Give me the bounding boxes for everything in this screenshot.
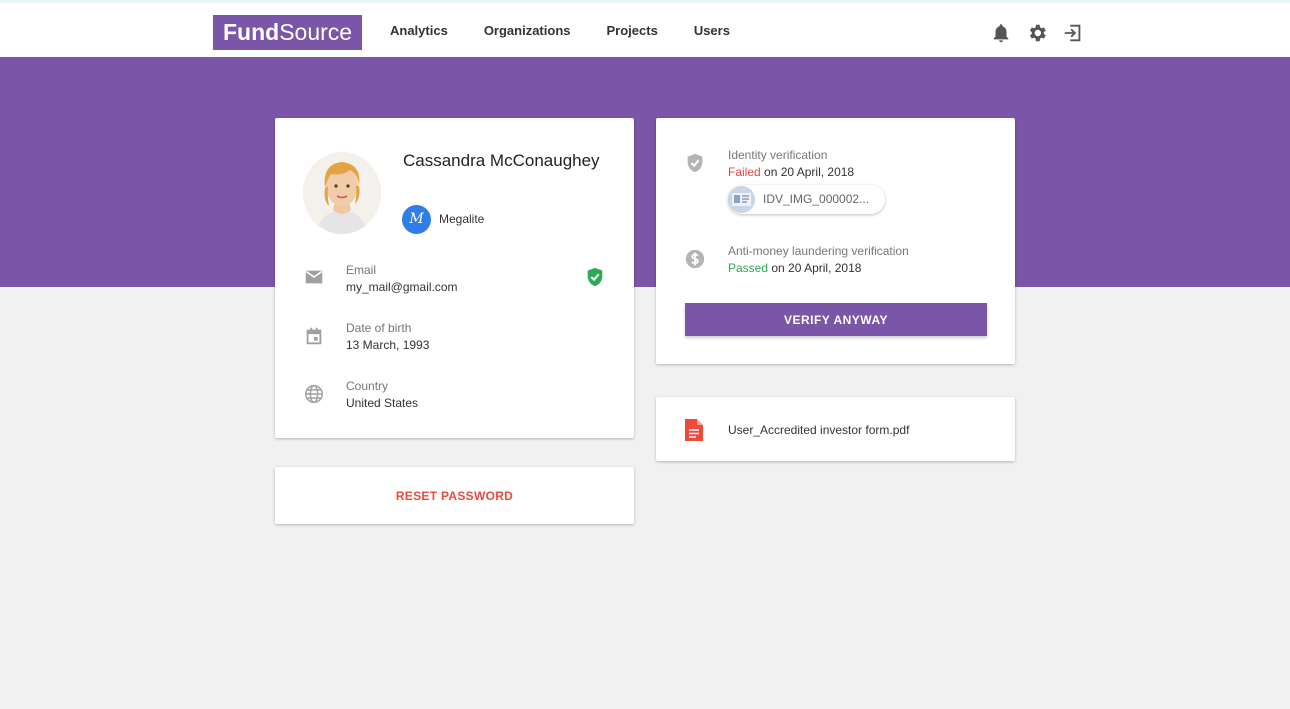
country-value: United States	[346, 396, 419, 410]
organization-name[interactable]: Megalite	[439, 212, 484, 226]
aml-status-passed: Passed	[728, 261, 769, 275]
nav-link-users[interactable]: Users	[694, 23, 730, 38]
logo-regular-text: Source	[279, 19, 353, 45]
nav-link-organizations[interactable]: Organizations	[484, 23, 571, 38]
user-full-name: Cassandra McConaughey	[403, 151, 600, 170]
email-value: my_mail@gmail.com	[346, 280, 458, 294]
country-label: Country	[346, 379, 389, 393]
avatar	[303, 152, 381, 234]
main-nav: Analytics Organizations Projects Users	[390, 23, 730, 38]
identity-status-failed: Failed	[728, 165, 761, 179]
email-icon	[303, 266, 325, 288]
email-label: Email	[346, 263, 377, 277]
aml-verification-title: Anti-money laundering verification	[728, 244, 909, 258]
shield-check-icon	[584, 266, 606, 288]
dob-value: 13 March, 1993	[346, 338, 430, 352]
id-document-filename: IDV_IMG_000002...	[763, 192, 870, 206]
reset-password-card[interactable]: RESET PASSWORD	[275, 467, 634, 524]
bell-icon[interactable]	[990, 22, 1012, 44]
calendar-icon	[303, 325, 325, 347]
nav-link-analytics[interactable]: Analytics	[390, 23, 448, 38]
aml-verification-status: Passed on 20 April, 2018	[728, 261, 861, 275]
identity-status-date: on 20 April, 2018	[760, 165, 855, 179]
id-document-thumbnail	[728, 186, 755, 213]
document-card: User_Accredited investor form.pdf	[656, 397, 1015, 461]
dob-label: Date of birth	[346, 321, 412, 335]
identity-verification-status: Failed on 20 April, 2018	[728, 165, 854, 179]
nav-link-projects[interactable]: Projects	[607, 23, 658, 38]
dollar-icon	[684, 248, 706, 270]
globe-icon	[303, 383, 325, 405]
pdf-file-icon	[685, 419, 703, 441]
aml-status-date: on 20 April, 2018	[768, 261, 862, 275]
organization-logo: M	[402, 205, 431, 234]
logout-icon[interactable]	[1062, 22, 1084, 44]
verification-card: Identity verification Failed on 20 April…	[656, 118, 1015, 364]
purple-banner	[0, 57, 1290, 287]
top-navbar: FundSource Analytics Organizations Proje…	[0, 3, 1290, 57]
identity-verification-title: Identity verification	[728, 148, 828, 162]
fundsource-logo[interactable]: FundSource	[213, 15, 362, 50]
profile-card: Cassandra McConaughey M Megalite Email m…	[275, 118, 634, 438]
document-filename[interactable]: User_Accredited investor form.pdf	[728, 423, 909, 437]
logo-bold-text: Fund	[223, 19, 280, 45]
id-document-chip[interactable]: IDV_IMG_000002...	[728, 185, 885, 214]
reset-password-button[interactable]: RESET PASSWORD	[275, 489, 634, 503]
verify-anyway-button[interactable]: VERIFY ANYWAY	[685, 303, 987, 336]
shield-check-icon	[684, 152, 706, 174]
gear-icon[interactable]	[1026, 22, 1048, 44]
nav-icon-group	[990, 22, 1084, 44]
